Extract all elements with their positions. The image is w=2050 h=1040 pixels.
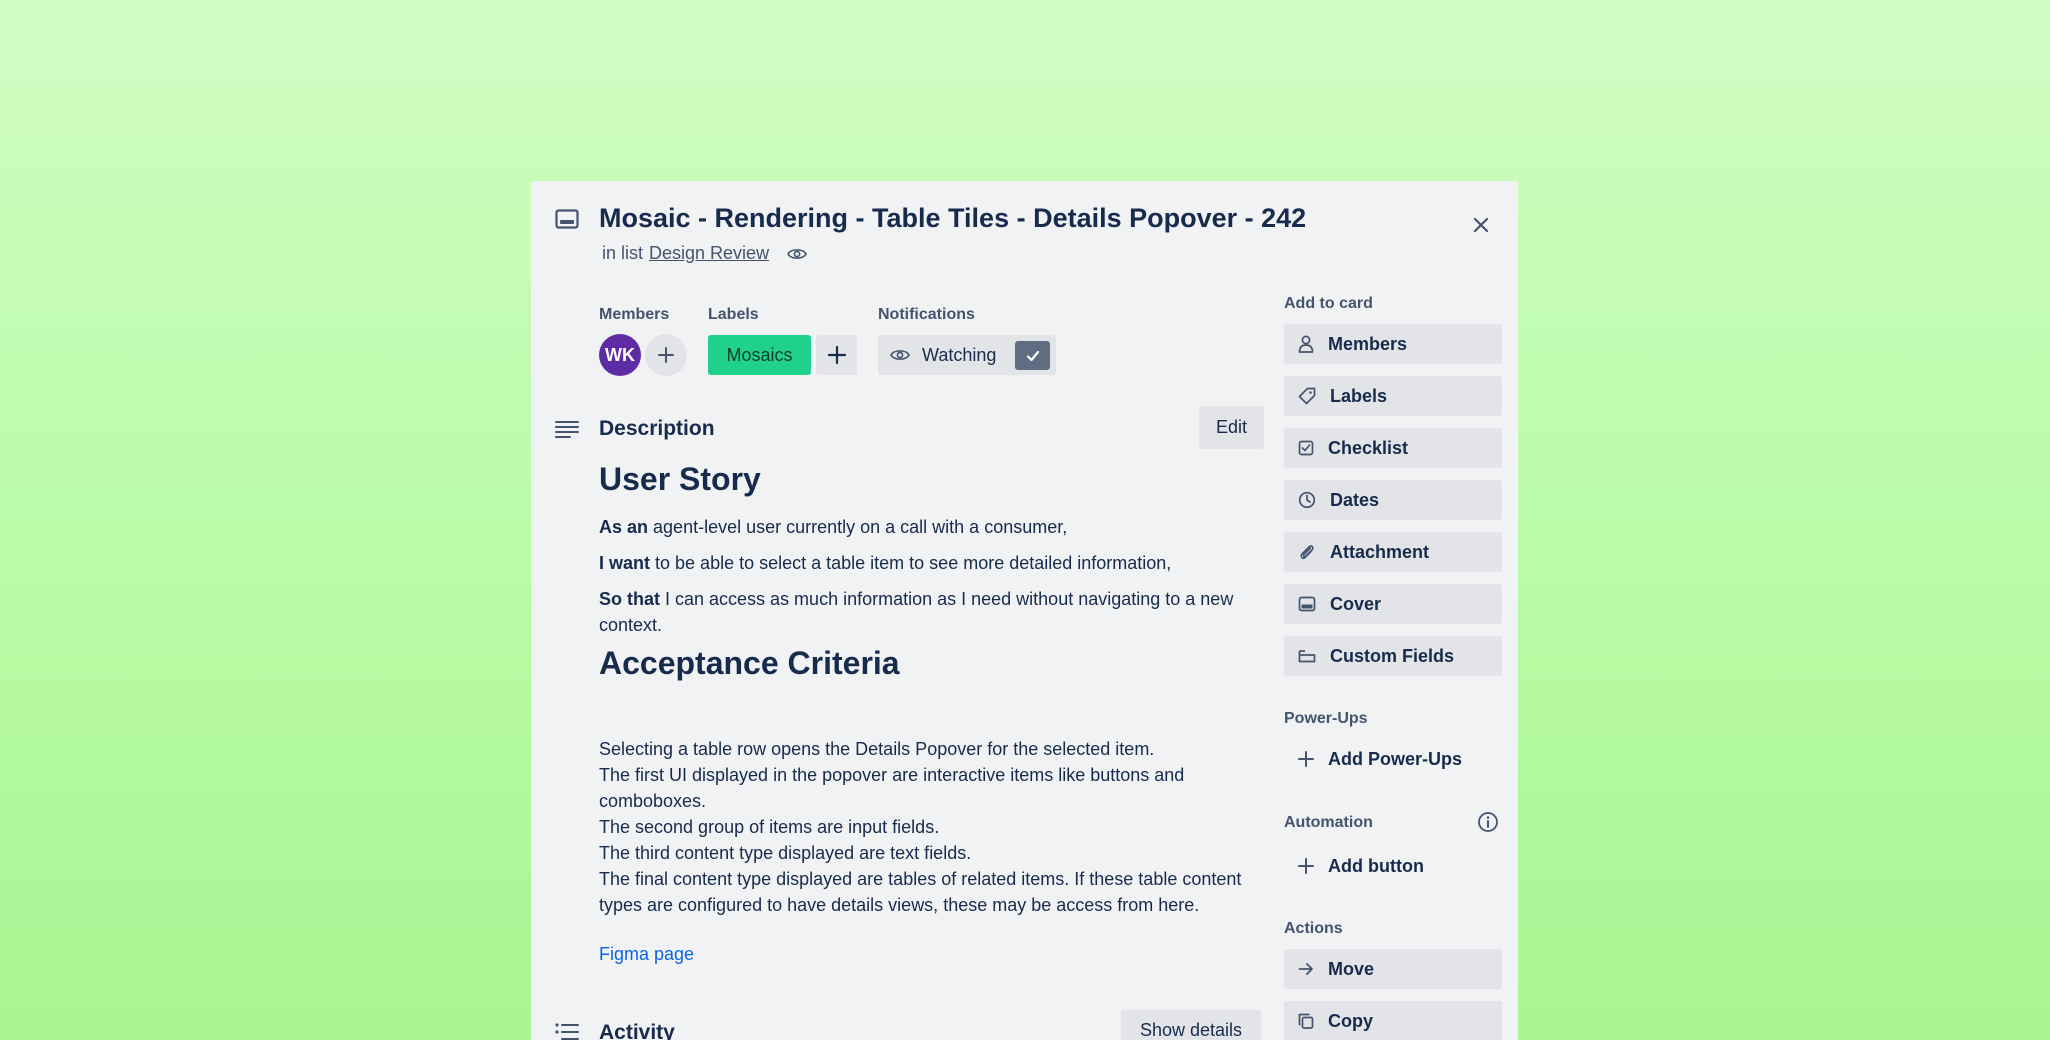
edit-description-button[interactable]: Edit [1199,406,1264,449]
as-an-text: agent-level user currently on a call wit… [648,517,1068,537]
plus-icon [1298,751,1314,767]
notifications-heading: Notifications [878,306,975,323]
plus-icon [827,346,846,364]
user-story-heading: User Story [599,461,761,497]
sidebar-members-button[interactable]: Members [1284,324,1502,364]
copy-icon [1298,1013,1314,1029]
sidebar-custom-fields-button[interactable]: Custom Fields [1284,636,1502,676]
sidebar-dates-label: Dates [1330,489,1380,510]
sidebar-labels-label: Labels [1330,385,1388,406]
close-button[interactable] [1463,207,1499,243]
add-button-label: Add button [1328,855,1424,876]
plus-icon [658,347,674,363]
members-heading: Members [599,306,670,323]
copy-label: Copy [1328,1010,1373,1031]
acceptance-criteria-heading: Acceptance Criteria [599,645,900,681]
add-label-button[interactable] [816,335,857,375]
sidebar-cover-label: Cover [1330,593,1382,614]
add-power-ups-label: Add Power-Ups [1328,748,1463,769]
move-button[interactable]: Move [1284,949,1502,989]
watch-label: Watching [922,344,997,365]
actions-heading: Actions [1284,920,1343,937]
eye-icon [787,247,807,261]
sidebar-attachment-label: Attachment [1330,541,1430,562]
power-ups-heading: Power-Ups [1284,710,1368,727]
show-details-button[interactable]: Show details [1121,1010,1261,1040]
list-link[interactable]: Design Review [649,243,769,264]
add-to-card-heading: Add to card [1284,295,1373,312]
close-icon [1473,217,1489,233]
sidebar-attachment-button[interactable]: Attachment [1284,532,1502,572]
arrow-right-icon [1298,963,1313,975]
criteria-list: Selecting a table row opens the Details … [599,736,1274,918]
sidebar-checklist-button[interactable]: Checklist [1284,428,1502,468]
criteria-item: The final content type displayed are tab… [599,869,1242,915]
add-automation-button[interactable]: Add button [1284,846,1424,886]
cover-icon [1298,596,1316,612]
sidebar-labels-button[interactable]: Labels [1284,376,1502,416]
story-as-an: As an agent-level user currently on a ca… [599,514,1274,540]
card-detail-modal: Mosaic - Rendering - Table Tiles - Detai… [531,181,1518,1040]
add-member-button[interactable] [645,334,687,376]
tag-icon [1298,387,1316,405]
figma-link[interactable]: Figma page [599,944,694,965]
clock-icon [1298,491,1316,509]
as-an-bold: As an [599,517,649,537]
in-list-prefix: in list [602,243,644,263]
card-title[interactable]: Mosaic - Rendering - Table Tiles - Detai… [599,203,1306,234]
move-label: Move [1328,958,1375,979]
plus-icon [1298,858,1314,874]
sidebar-dates-button[interactable]: Dates [1284,480,1502,520]
story-so-that: So that I can access as much information… [599,586,1274,638]
i-want-text: to be able to select a table item to see… [650,553,1172,573]
avatar[interactable]: WK [599,334,641,376]
label-chip[interactable]: Mosaics [708,335,811,375]
story-i-want: I want to be able to select a table item… [599,550,1274,576]
criteria-item: The first UI displayed in the popover ar… [599,765,1185,811]
criteria-item: The third content type displayed are tex… [599,843,972,863]
criteria-item: Selecting a table row opens the Details … [599,739,1155,759]
custom-fields-icon [1298,650,1316,663]
activity-icon [555,1022,579,1040]
card-list-info: in list Design Review [602,243,807,264]
automation-heading: Automation [1284,814,1373,831]
description-icon [555,420,579,440]
sidebar-cover-button[interactable]: Cover [1284,584,1502,624]
automation-info-button[interactable] [1476,810,1500,834]
so-that-text: I can access as much information as I ne… [599,589,1234,635]
so-that-bold: So that [599,589,660,609]
card-icon [555,209,579,229]
watch-button[interactable]: Watching [878,335,1056,375]
checklist-icon [1298,440,1314,456]
criteria-item: The second group of items are input fiel… [599,817,940,837]
check-icon [1015,341,1050,370]
labels-heading: Labels [708,306,759,323]
add-power-ups-button[interactable]: Add Power-Ups [1284,739,1462,779]
sidebar-members-label: Members [1328,333,1408,354]
paperclip-icon [1300,545,1314,560]
i-want-bold: I want [599,553,651,573]
description-heading: Description [599,417,715,440]
sidebar-custom-fields-label: Custom Fields [1330,645,1455,666]
eye-icon [890,350,910,360]
sidebar-checklist-label: Checklist [1328,437,1409,458]
copy-button[interactable]: Copy [1284,1001,1502,1040]
info-icon [1478,812,1498,832]
activity-heading: Activity [599,1021,675,1040]
person-icon [1298,335,1314,353]
